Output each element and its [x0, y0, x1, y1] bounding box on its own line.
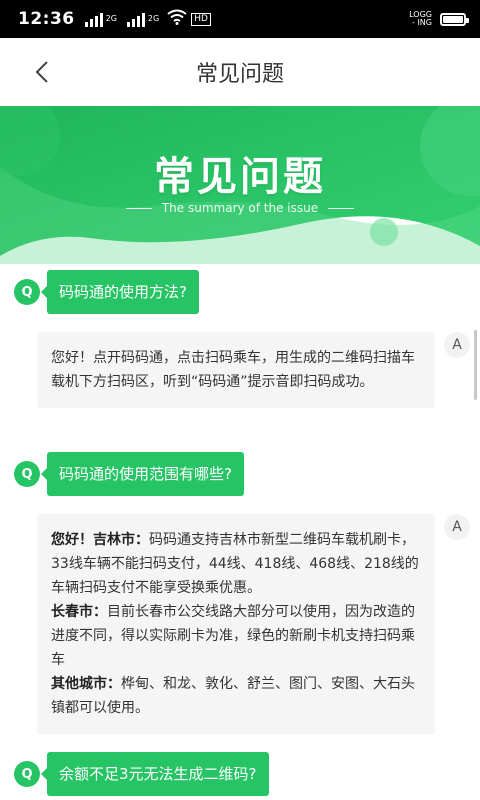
question-bubble: 码码通的使用范围有哪些?: [41, 452, 244, 496]
signal-icon-2: [126, 11, 145, 27]
status-time: 12:36: [18, 9, 75, 29]
answer-label-jilin: 您好！吉林市：: [51, 532, 149, 548]
hd-badge: HD: [191, 12, 211, 26]
q-icon: Q: [14, 461, 40, 487]
banner-subtitle: The summary of the issue: [0, 201, 480, 215]
signal-icon: [84, 11, 103, 27]
signal-label: 2G: [105, 14, 117, 23]
back-button[interactable]: [22, 54, 62, 90]
answer-text: 您好！点开码码通，点击扫码乘车，用生成的二维码扫描车载机下方扫码区，听到“码码通…: [51, 350, 415, 390]
question-bubble: 余额不足3元无法生成二维码?: [41, 752, 269, 796]
answer-label-changchun: 长春市：: [51, 604, 107, 620]
q-icon: Q: [14, 279, 40, 305]
a-icon: A: [444, 514, 470, 540]
faq-answer-1: 您好！点开码码通，点击扫码乘车，用生成的二维码扫描车载机下方扫码区，听到“码码通…: [37, 332, 435, 408]
nav-bar: 常见问题: [0, 38, 480, 106]
faq-question-1[interactable]: Q 码码通的使用方法?: [14, 270, 199, 314]
banner-title: 常见问题: [154, 154, 326, 200]
faq-answer-2: 您好！吉林市：码码通支持吉林市新型二维码车载机刷卡，33线车辆不能扫码支付，44…: [37, 514, 435, 734]
question-bubble: 码码通的使用方法?: [41, 270, 199, 314]
carrier-label: LOGG - ING: [409, 11, 432, 27]
carrier-line-2: - ING: [412, 18, 432, 27]
faq-banner: 常见问题 The summary of the issue: [0, 106, 480, 264]
page-title: 常见问题: [195, 62, 284, 87]
banner-subtitle-text: The summary of the issue: [161, 201, 319, 215]
wifi-icon: [167, 9, 187, 29]
faq-question-3[interactable]: Q 余额不足3元无法生成二维码?: [14, 752, 269, 796]
q-icon: Q: [14, 761, 40, 787]
chevron-left-icon: [35, 61, 48, 83]
faq-question-2[interactable]: Q 码码通的使用范围有哪些?: [14, 452, 244, 496]
a-icon: A: [444, 332, 470, 358]
answer-label-other: 其他城市：: [51, 676, 121, 692]
signal-label-2: 2G: [147, 14, 160, 23]
battery-icon: [440, 12, 469, 26]
scrollbar[interactable]: [474, 330, 477, 400]
status-bar: 12:36 2G 2G HD LOGG - ING: [0, 0, 480, 38]
divider-left: [125, 207, 152, 209]
divider-right: [328, 207, 355, 209]
